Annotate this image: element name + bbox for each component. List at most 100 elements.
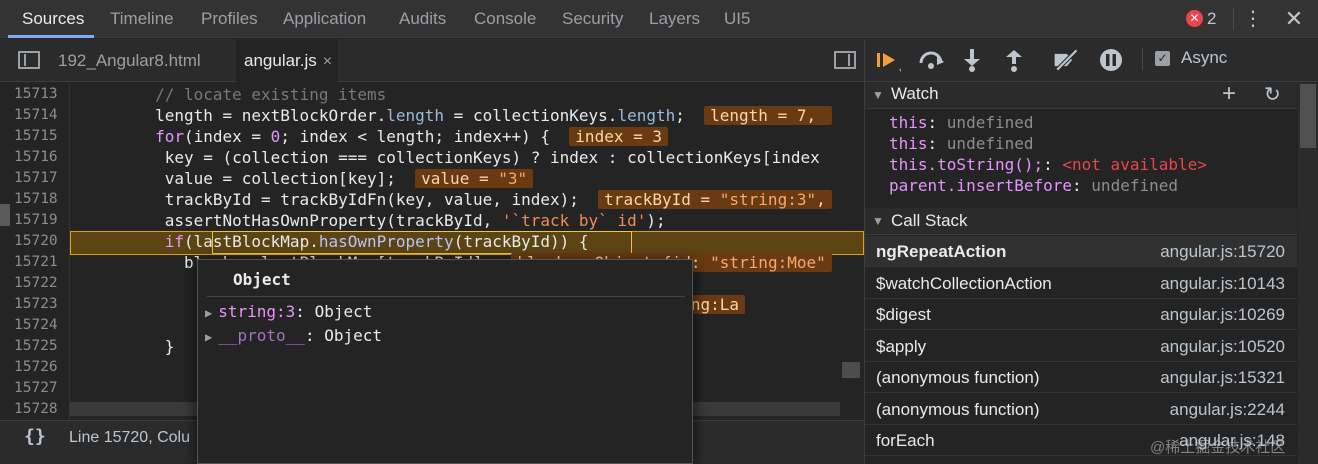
line-number[interactable]: 15723	[14, 296, 68, 312]
toggle-navigator-icon[interactable]	[18, 51, 40, 69]
line-number[interactable]: 15720	[14, 233, 68, 249]
frame-function-name: ngRepeatAction	[876, 242, 1007, 261]
refresh-watch-icon[interactable]: ↻	[1264, 82, 1281, 107]
watch-title[interactable]: Watch	[891, 84, 939, 104]
frame-location[interactable]: angular.js:10143	[1160, 274, 1285, 294]
sidebar-scrollbar-thumb[interactable]	[1300, 84, 1316, 148]
tab-console[interactable]: Console	[474, 0, 536, 38]
code-line: length = nextBlockOrder.length = collect…	[78, 106, 832, 125]
watch-colon: :	[927, 134, 947, 153]
line-number[interactable]: 15717	[14, 170, 68, 186]
watch-expression: parent.insertBefore	[889, 176, 1073, 195]
pretty-print-button[interactable]: {}	[24, 426, 46, 447]
call-stack-frame[interactable]: ngRepeatAction angular.js:15720	[865, 236, 1297, 267]
code-line: if(lastBlockMap.hasOwnProperty(trackById…	[164, 232, 589, 251]
collapse-watch-icon[interactable]: ▼	[872, 88, 884, 102]
watch-value: <not available>	[1062, 155, 1207, 174]
frame-location[interactable]: angular.js:15720	[1160, 242, 1285, 262]
watch-expression-row[interactable]: parent.insertBefore: undefined	[889, 176, 1178, 195]
tab-profiles[interactable]: Profiles	[201, 0, 258, 38]
close-devtools-icon[interactable]: ✕	[1282, 0, 1306, 38]
line-number[interactable]: 15722	[14, 275, 68, 291]
line-number[interactable]: 15721	[14, 254, 68, 270]
expand-triangle-icon[interactable]: ▶	[205, 330, 212, 344]
frame-function-name: forEach	[876, 431, 935, 450]
code-line: // locate existing items	[78, 85, 387, 104]
frame-location[interactable]: angular.js:10269	[1160, 305, 1285, 325]
code-line: key = (collection === collectionKeys) ? …	[78, 148, 820, 167]
tab-application[interactable]: Application	[283, 0, 366, 38]
async-label[interactable]: Async	[1181, 48, 1227, 68]
vertical-scrollbar-thumb[interactable]	[842, 362, 860, 378]
call-stack-frame[interactable]: (anonymous function) angular.js:15321	[865, 362, 1297, 393]
tab-timeline[interactable]: Timeline	[110, 0, 174, 38]
frame-location[interactable]: angular.js:15321	[1160, 368, 1285, 388]
watermark: @稀土掘金技术社区	[1150, 439, 1286, 456]
watch-expression: this	[889, 134, 928, 153]
tab-layers[interactable]: Layers	[649, 0, 700, 38]
frame-location[interactable]: angular.js:10520	[1160, 337, 1285, 357]
tab-sources[interactable]: Sources	[22, 0, 84, 38]
call-stack-frame[interactable]: $watchCollectionAction angular.js:10143	[865, 268, 1297, 299]
toolbar-divider	[1142, 48, 1143, 70]
add-watch-icon[interactable]: +	[1222, 80, 1236, 108]
step-over-icon[interactable]	[917, 47, 945, 73]
frame-function-name: $watchCollectionAction	[876, 273, 1052, 293]
code-line: for(index = 0; index < length; index++) …	[78, 127, 668, 146]
code-line: assertNotHasOwnProperty(trackById, '`tra…	[78, 211, 666, 230]
watch-value: undefined	[1091, 176, 1178, 195]
line-number[interactable]: 15725	[14, 338, 68, 354]
tab-ui5[interactable]: UI5	[724, 0, 750, 38]
gutter-marker	[0, 204, 10, 226]
tab-audits[interactable]: Audits	[399, 0, 446, 38]
toggle-debugger-icon[interactable]	[834, 51, 856, 69]
popover-property-row[interactable]: ▶ string:3: Object	[205, 302, 372, 321]
popover-property-row[interactable]: ▶ __proto__: Object	[205, 326, 382, 345]
call-stack-frame[interactable]: $digest angular.js:10269	[865, 299, 1297, 330]
line-number[interactable]: 15718	[14, 191, 68, 207]
line-number[interactable]: 15713	[14, 86, 68, 102]
tab-angular-js[interactable]: angular.js ×	[236, 39, 339, 82]
step-into-icon[interactable]	[958, 47, 986, 73]
toolbar-divider	[1233, 8, 1234, 30]
call-stack-frame[interactable]: $apply angular.js:10520	[865, 331, 1297, 362]
code-line: trackById = trackByIdFn(key, value, inde…	[78, 190, 832, 209]
pause-on-exceptions-icon[interactable]	[1097, 47, 1125, 73]
tab-security[interactable]: Security	[562, 0, 623, 38]
watch-expression-row[interactable]: this.toString();: <not available>	[889, 155, 1207, 174]
line-number[interactable]: 15728	[14, 401, 68, 417]
active-tab-indicator	[8, 35, 94, 38]
call-stack-frame[interactable]: (anonymous function) angular.js:2244	[865, 394, 1297, 425]
expand-triangle-icon[interactable]: ▶	[205, 306, 212, 320]
collapse-call-stack-icon[interactable]: ▼	[872, 214, 884, 228]
tab-label: 192_Angular8.html	[58, 51, 201, 70]
line-number[interactable]: 15714	[14, 107, 68, 123]
error-icon[interactable]: ✕	[1186, 10, 1203, 27]
line-number[interactable]: 15726	[14, 359, 68, 375]
call-stack-title[interactable]: Call Stack	[891, 211, 968, 231]
property-value: Object	[314, 302, 373, 321]
tab-192-angular8-html[interactable]: 192_Angular8.html	[58, 39, 201, 82]
watch-value: undefined	[946, 134, 1034, 153]
step-out-icon[interactable]	[1000, 47, 1028, 73]
watch-expression-row[interactable]: this: undefined	[889, 113, 1034, 132]
watch-expression-row[interactable]: this: undefined	[889, 134, 1034, 153]
frame-location[interactable]: angular.js:2244	[1170, 400, 1285, 420]
deactivate-breakpoints-icon[interactable]	[1052, 47, 1080, 73]
more-options-icon[interactable]: ⋮	[1243, 0, 1263, 38]
line-number[interactable]: 15724	[14, 317, 68, 333]
watch-value: undefined	[946, 113, 1034, 132]
close-tab-icon[interactable]: ×	[323, 53, 332, 70]
watch-expression: this	[889, 113, 928, 132]
popover-title: Object	[233, 270, 291, 289]
line-number[interactable]: 15719	[14, 212, 68, 228]
code-line: value = collection[key]; value = "3"	[78, 169, 534, 188]
line-number[interactable]: 15727	[14, 380, 68, 396]
line-number[interactable]: 15715	[14, 128, 68, 144]
resume-icon[interactable]	[873, 47, 901, 73]
line-number[interactable]: 15716	[14, 149, 68, 165]
frame-function-name: (anonymous function)	[876, 399, 1040, 419]
async-checkbox[interactable]: ✓	[1155, 51, 1170, 66]
property-colon: :	[295, 302, 315, 321]
error-count[interactable]: 2	[1207, 0, 1216, 38]
